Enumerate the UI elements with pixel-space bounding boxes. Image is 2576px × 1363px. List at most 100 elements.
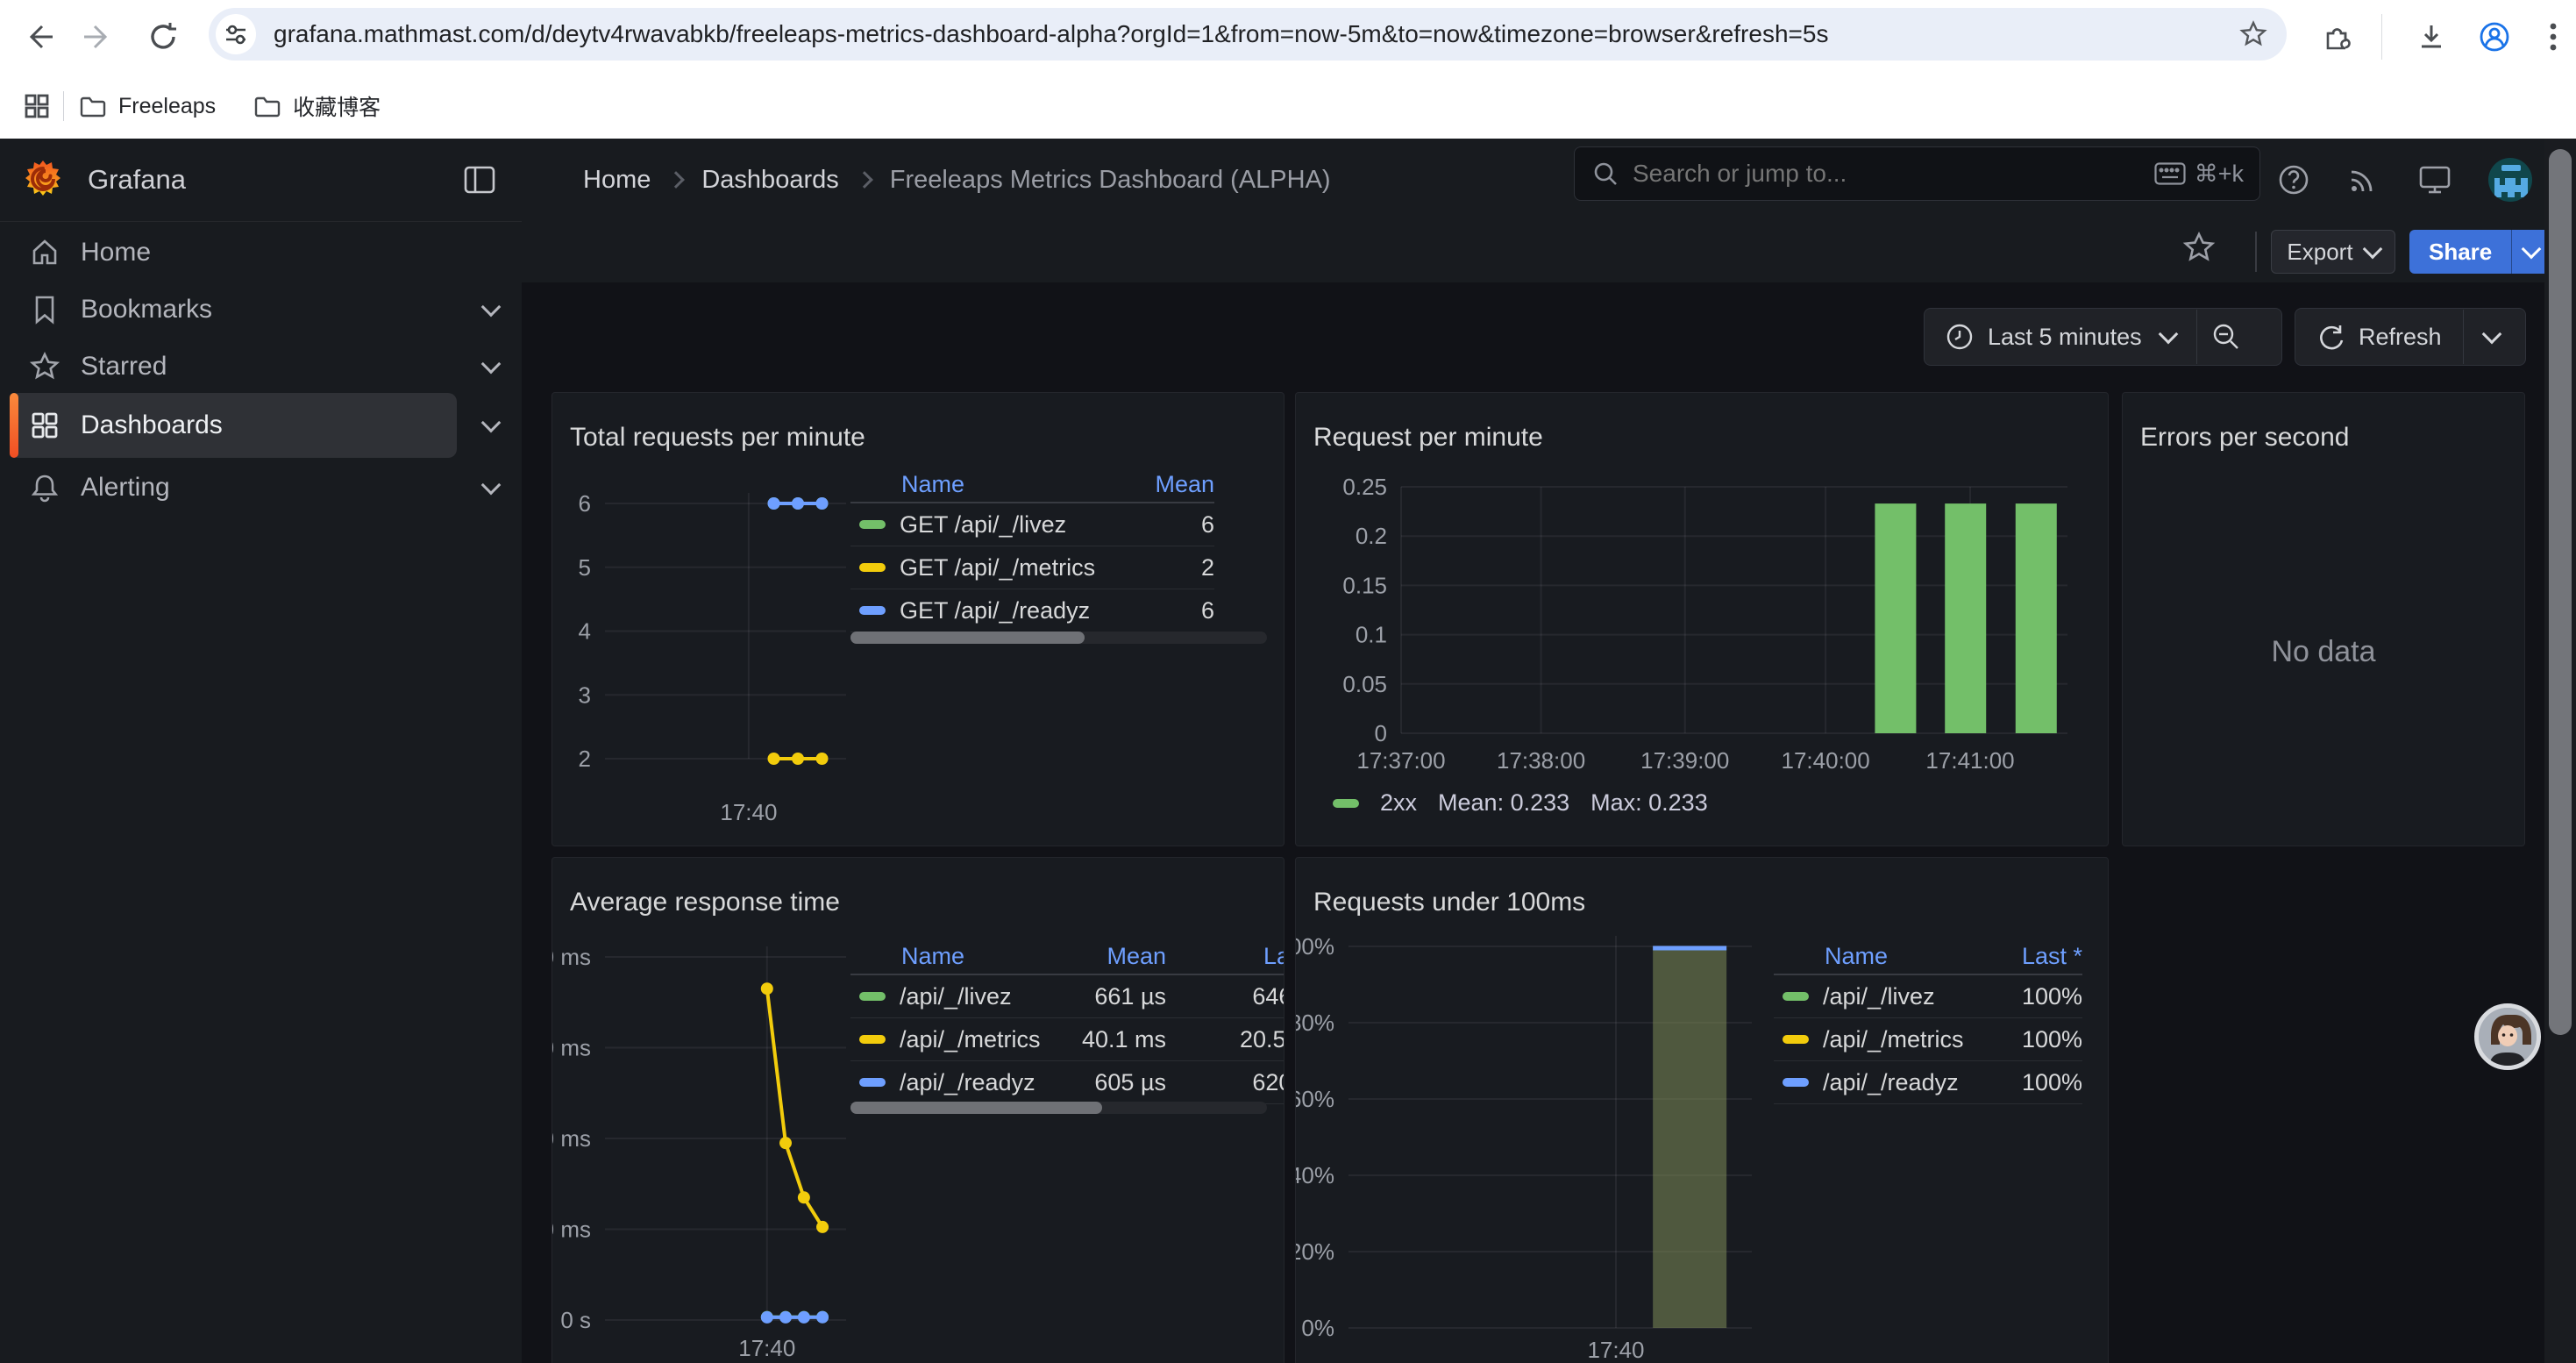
profile-icon[interactable] <box>2473 0 2516 74</box>
series-name[interactable]: 2xx <box>1380 789 1417 817</box>
svg-text:80 ms: 80 ms <box>552 944 591 970</box>
legend-scrollbar-thumb[interactable] <box>850 632 1085 644</box>
bookmark-item-blogs[interactable]: 收藏博客 <box>254 90 381 122</box>
back-icon[interactable] <box>19 0 58 74</box>
bookmark-item-freeleaps[interactable]: Freeleaps <box>80 94 216 119</box>
panel-requests-under-100ms: 100%80%60%40%20%0%17:40 Requests under 1… <box>1295 857 2109 1363</box>
svg-text:60%: 60% <box>1296 1086 1334 1112</box>
apps-grid-icon[interactable] <box>23 92 51 120</box>
series-color-pill[interactable] <box>1783 992 1809 1001</box>
refresh-button[interactable]: Refresh <box>2295 309 2463 365</box>
legend-col-last[interactable]: Last * <box>1968 943 2082 970</box>
series-color-pill[interactable] <box>859 1078 886 1087</box>
series-name[interactable]: GET /api/_/metrics <box>900 554 1095 582</box>
legend-scrollbar[interactable] <box>850 632 1267 644</box>
sidebar-toggle-icon[interactable] <box>464 166 495 194</box>
forward-icon[interactable] <box>79 0 117 74</box>
legend-col-name[interactable]: Name <box>1774 943 1968 970</box>
address-bar[interactable] <box>209 8 2287 61</box>
sidebar-item-bookmarks[interactable]: Bookmarks <box>0 282 522 338</box>
search-box[interactable]: ⌘+k <box>1574 146 2260 201</box>
time-range-picker[interactable]: Last 5 minutes <box>1925 309 2196 365</box>
legend-scrollbar-thumb[interactable] <box>850 1102 1102 1114</box>
series-mean: 6 <box>1100 597 1214 624</box>
expand-chevron-icon[interactable] <box>460 305 522 314</box>
series-name[interactable]: GET /api/_/livez <box>900 511 1066 539</box>
sidebar-item-dashboards[interactable]: Dashboards <box>0 397 522 453</box>
url-input[interactable] <box>272 19 2239 49</box>
series-name[interactable]: GET /api/_/readyz <box>900 597 1090 624</box>
legend-col-mean[interactable]: Mean <box>1100 471 1214 498</box>
series-color-pill[interactable] <box>1783 1078 1809 1087</box>
svg-text:17:37:00: 17:37:00 <box>1356 747 1445 774</box>
expand-chevron-icon[interactable] <box>460 362 522 371</box>
legend-col-name[interactable]: Name <box>850 943 1052 970</box>
panel-title[interactable]: Request per minute <box>1313 423 1543 453</box>
bar-chart[interactable]: 0.250.20.150.10.05017:37:0017:38:0017:39… <box>1296 393 2108 846</box>
download-icon[interactable] <box>2409 0 2453 74</box>
extensions-icon[interactable] <box>2315 0 2359 74</box>
no-data-message: No data <box>2123 635 2524 669</box>
series-name[interactable]: /api/_/metrics <box>1823 1026 1964 1053</box>
area-chart[interactable]: 100%80%60%40%20%0%17:40 <box>1296 858 2108 1363</box>
legend-col-last[interactable]: Last * <box>1166 943 1284 970</box>
grafana-logo[interactable] <box>23 160 63 200</box>
series-name[interactable]: /api/_/metrics <box>900 1026 1041 1053</box>
panel-title[interactable]: Requests under 100ms <box>1313 888 1585 917</box>
bookmarks-bar: Freeleaps 收藏博客 <box>0 74 2576 139</box>
expand-chevron-icon[interactable] <box>460 483 522 492</box>
legend-scrollbar[interactable] <box>850 1102 1267 1114</box>
sidebar-item-home[interactable]: Home <box>0 225 522 281</box>
news-rss-icon[interactable] <box>2347 139 2391 221</box>
svg-text:40 ms: 40 ms <box>552 1125 591 1152</box>
legend-row: GET /api/_/readyz 6 <box>850 589 1214 632</box>
monitor-icon[interactable] <box>2418 139 2462 221</box>
legend-row: /api/_/metrics 100% <box>1774 1018 2082 1061</box>
legend-header: Name Mean Last * <box>850 938 1284 975</box>
series-color-pill[interactable] <box>859 1035 886 1044</box>
breadcrumb-home[interactable]: Home <box>583 166 651 195</box>
sidebar-item-alerting[interactable]: Alerting <box>0 460 522 516</box>
browser-menu-icon[interactable] <box>2534 0 2572 74</box>
series-color-pill[interactable] <box>859 992 886 1001</box>
panel-title[interactable]: Average response time <box>570 888 840 917</box>
svg-text:17:39:00: 17:39:00 <box>1640 747 1729 774</box>
refresh-interval-button[interactable] <box>2464 309 2520 365</box>
series-color-pill[interactable] <box>859 606 886 615</box>
panel-title[interactable]: Errors per second <box>2140 423 2349 453</box>
legend-col-name[interactable]: Name <box>850 471 964 498</box>
expand-chevron-icon[interactable] <box>460 421 522 430</box>
series-color-pill[interactable] <box>1333 799 1359 808</box>
help-icon[interactable] <box>2277 139 2321 221</box>
zoom-out-button[interactable] <box>2197 309 2255 365</box>
breadcrumb-dashboards[interactable]: Dashboards <box>701 166 838 195</box>
assistant-avatar[interactable] <box>2474 1003 2541 1070</box>
series-name[interactable]: /api/_/readyz <box>900 1069 1035 1096</box>
page-scrollbar[interactable] <box>2544 139 2576 1363</box>
legend-row: /api/_/readyz 605 µs 620 µs <box>850 1061 1284 1104</box>
series-color-pill[interactable] <box>859 563 886 572</box>
brand-name[interactable]: Grafana <box>88 164 186 196</box>
browser-toolbar <box>0 0 2576 74</box>
bookmark-icon <box>30 295 60 325</box>
sidebar-item-starred[interactable]: Starred <box>0 339 522 395</box>
user-avatar[interactable] <box>2487 139 2535 221</box>
bookmark-star-icon[interactable] <box>2239 20 2267 48</box>
page-scrollbar-thumb[interactable] <box>2549 149 2572 1035</box>
legend-header: Name Mean <box>850 467 1214 503</box>
series-color-pill[interactable] <box>1783 1035 1809 1044</box>
series-name[interactable]: /api/_/readyz <box>1823 1069 1959 1096</box>
legend-header: Name Last * <box>1774 938 2082 975</box>
favorite-star-icon[interactable] <box>2182 231 2216 264</box>
svg-text:2: 2 <box>579 746 591 772</box>
reload-icon[interactable] <box>144 0 182 74</box>
panel-title[interactable]: Total requests per minute <box>570 423 865 453</box>
series-name[interactable]: /api/_/livez <box>1823 983 1935 1010</box>
share-button[interactable]: Share <box>2409 230 2511 274</box>
series-color-pill[interactable] <box>859 520 886 529</box>
legend-col-mean[interactable]: Mean <box>1052 943 1166 970</box>
search-input[interactable] <box>1631 159 2154 189</box>
site-settings-icon[interactable] <box>216 14 256 54</box>
export-button[interactable]: Export <box>2271 230 2395 274</box>
series-name[interactable]: /api/_/livez <box>900 983 1012 1010</box>
